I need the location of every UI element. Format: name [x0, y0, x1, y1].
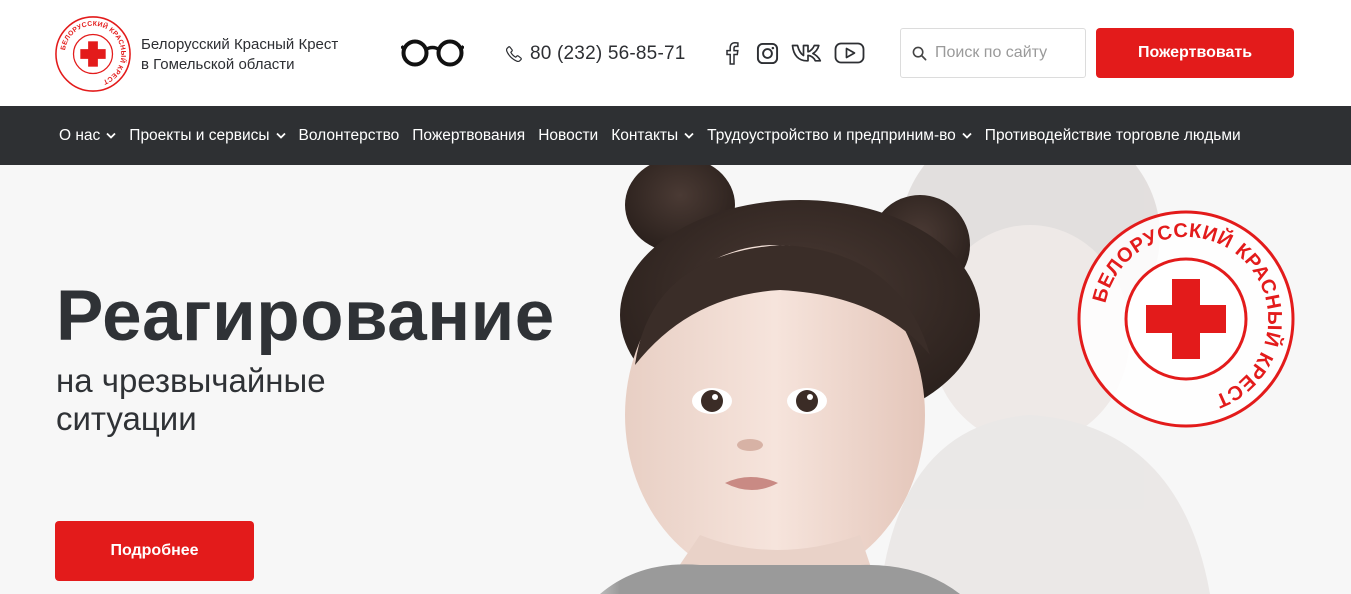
hero-subtitle: на чрезвычайные ситуации: [56, 362, 326, 438]
chevron-down-icon: [106, 132, 116, 139]
nav-item-label: Волонтерство: [298, 126, 400, 144]
chevron-down-icon: [962, 132, 972, 139]
facebook-link[interactable]: [722, 40, 742, 66]
youtube-icon: [834, 42, 864, 64]
site-header: БЕЛОРУССКИЙ КРАСНЫЙ КРЕСТ Белорусский Кр…: [0, 0, 1351, 106]
hero-subtitle-line1: на чрезвычайные: [56, 362, 326, 399]
more-button[interactable]: Подробнее: [55, 521, 254, 581]
nav-item-contacts[interactable]: Контакты: [611, 127, 694, 145]
search-icon[interactable]: [912, 46, 927, 61]
phone-number: 80 (232) 56-85-71: [530, 43, 686, 64]
nav-item-projects[interactable]: Проекты и сервисы: [129, 126, 286, 145]
nav-item-about[interactable]: О нас: [59, 127, 116, 145]
hero-title: Реагирование: [56, 277, 555, 356]
nav-item-news[interactable]: Новости: [538, 127, 598, 145]
hero-banner: Реагирование на чрезвычайные ситуации По…: [0, 165, 1351, 594]
org-name-line1: Белорусский Красный Крест: [141, 36, 339, 53]
search-input[interactable]: [935, 44, 1075, 62]
org-name-line2: в Гомельской области: [141, 56, 295, 73]
facebook-icon: [726, 42, 739, 65]
nav-item-label: Противодействие торговле людьми: [984, 126, 1241, 144]
nav-item-donations[interactable]: Пожертвования: [412, 127, 525, 145]
youtube-link[interactable]: [833, 40, 865, 66]
red-cross-logo[interactable]: БЕЛОРУССКИЙ КРАСНЫЙ КРЕСТ: [54, 15, 132, 93]
nav-item-employment[interactable]: Трудоустройство и предприним-во: [707, 127, 972, 145]
hero-subtitle-line2: ситуации: [56, 400, 197, 437]
nav-item-label: Трудоустройство и предприним-во: [707, 126, 956, 144]
instagram-link[interactable]: [755, 40, 779, 66]
vk-icon: [791, 44, 821, 62]
nav-item-anti-trafficking[interactable]: Противодействие торговле людьми: [985, 127, 1241, 145]
nav-item-label: Пожертвования: [412, 126, 526, 144]
nav-item-label: Проекты и сервисы: [129, 126, 270, 144]
red-cross-emblem: БЕЛОРУССКИЙ КРАСНЫЙ КРЕСТ: [1077, 210, 1295, 428]
chevron-down-icon: [275, 132, 286, 139]
nav-item-label: Новости: [538, 126, 599, 144]
phone-link[interactable]: 80 (232) 56-85-71: [505, 42, 686, 66]
vk-link[interactable]: [790, 40, 824, 66]
nav-item-label: Контакты: [611, 126, 679, 144]
instagram-icon: [756, 42, 778, 64]
glasses-icon[interactable]: [401, 39, 464, 67]
org-name[interactable]: Белорусский Красный Крест в Гомельской о…: [141, 35, 338, 75]
donate-button[interactable]: Пожертвовать: [1096, 28, 1294, 78]
nav-item-volunteering[interactable]: Волонтерство: [299, 127, 400, 145]
search-box[interactable]: [900, 28, 1086, 78]
chevron-down-icon: [684, 132, 694, 139]
phone-icon: [506, 46, 522, 62]
nav-item-label: О нас: [59, 126, 101, 144]
main-nav: О нас Проекты и сервисы Волонтерство Пож…: [0, 106, 1351, 165]
